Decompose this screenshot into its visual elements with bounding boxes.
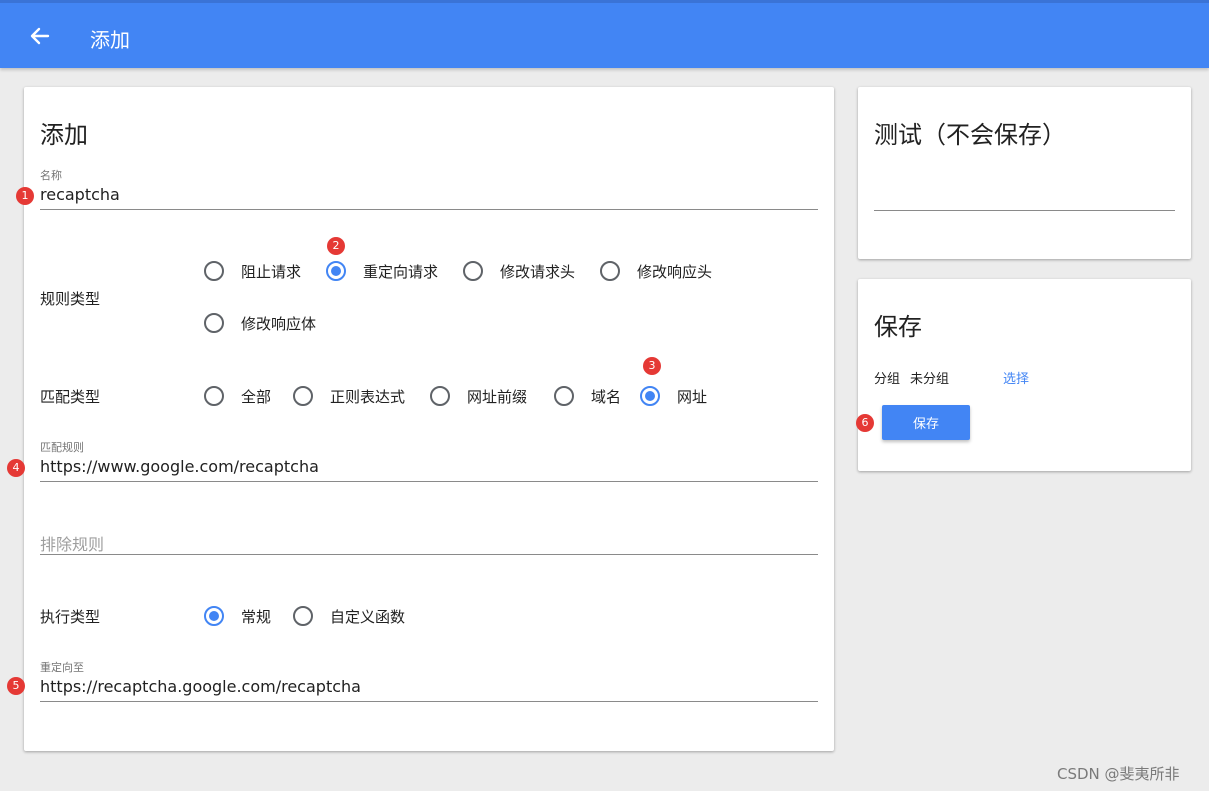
name-label: 名称 xyxy=(40,169,62,182)
radio-circle xyxy=(204,386,224,406)
radio-circle xyxy=(204,261,224,281)
radio-block-request[interactable]: 阻止请求 xyxy=(204,259,301,283)
exclude-rule-underline xyxy=(40,554,818,555)
radio-modify-response-body[interactable]: 修改响应体 xyxy=(204,311,316,335)
test-input[interactable] xyxy=(874,210,1175,211)
save-card-title: 保存 xyxy=(874,313,922,341)
radio-exec-custom-function[interactable]: 自定义函数 xyxy=(293,604,405,628)
radio-redirect-request[interactable]: 重定向请求 xyxy=(326,259,438,283)
redirect-to-label: 重定向至 xyxy=(40,661,84,674)
radio-label: 网址 xyxy=(677,387,708,406)
radio-modify-request-header[interactable]: 修改请求头 xyxy=(463,259,575,283)
radio-circle xyxy=(463,261,483,281)
name-input[interactable]: recaptcha xyxy=(40,185,120,204)
radio-label: 常规 xyxy=(241,607,272,626)
annotation-marker: 3 xyxy=(643,357,661,375)
back-arrow-icon[interactable] xyxy=(26,23,54,49)
group-value: 未分组 xyxy=(910,372,950,387)
save-card: 保存 分组 未分组 选择 保存 xyxy=(858,279,1191,471)
radio-circle xyxy=(430,386,450,406)
radio-modify-response-header[interactable]: 修改响应头 xyxy=(600,259,712,283)
save-button[interactable]: 保存 xyxy=(882,405,970,440)
radio-label: 阻止请求 xyxy=(241,262,302,281)
group-label: 分组 xyxy=(874,372,901,387)
match-rule-label: 匹配规则 xyxy=(40,441,84,454)
rule-form-card: 添加 名称 recaptcha 规则类型 阻止请求 重定向请求 修改请求头 修改… xyxy=(24,87,834,751)
radio-circle-checked xyxy=(204,606,224,626)
annotation-marker: 1 xyxy=(16,187,34,205)
test-card-title: 测试（不会保存） xyxy=(874,121,1066,149)
radio-match-all[interactable]: 全部 xyxy=(204,384,271,408)
radio-label: 自定义函数 xyxy=(330,607,406,626)
annotation-marker: 2 xyxy=(327,237,345,255)
radio-exec-normal[interactable]: 常规 xyxy=(204,604,271,628)
radio-circle xyxy=(554,386,574,406)
radio-circle xyxy=(204,313,224,333)
form-title: 添加 xyxy=(40,121,88,149)
radio-match-domain[interactable]: 域名 xyxy=(554,384,621,408)
radio-match-url[interactable]: 网址 xyxy=(640,384,707,408)
radio-label: 重定向请求 xyxy=(363,262,439,281)
match-rule-input[interactable]: https://www.google.com/recaptcha xyxy=(40,457,319,476)
radio-label: 全部 xyxy=(241,387,272,406)
radio-circle xyxy=(600,261,620,281)
radio-circle-checked xyxy=(640,386,660,406)
radio-label: 网址前缀 xyxy=(467,387,528,406)
test-card: 测试（不会保存） xyxy=(858,87,1191,259)
watermark-text: CSDN @斐夷所非 xyxy=(1057,765,1180,783)
radio-match-prefix[interactable]: 网址前缀 xyxy=(430,384,527,408)
radio-label: 正则表达式 xyxy=(330,387,406,406)
radio-label: 修改响应体 xyxy=(241,314,317,333)
radio-circle xyxy=(293,386,313,406)
exclude-rule-input[interactable]: 排除规则 xyxy=(40,531,104,555)
redirect-to-underline xyxy=(40,701,818,702)
radio-match-regex[interactable]: 正则表达式 xyxy=(293,384,405,408)
annotation-marker: 5 xyxy=(7,677,25,695)
radio-circle-checked xyxy=(326,261,346,281)
app-bar: 添加 xyxy=(0,0,1209,68)
exec-type-label: 执行类型 xyxy=(40,608,101,626)
choose-group-link[interactable]: 选择 xyxy=(1003,368,1029,387)
app-bar-title: 添加 xyxy=(90,28,130,52)
rule-type-label: 规则类型 xyxy=(40,290,101,308)
annotation-marker: 4 xyxy=(7,459,25,477)
radio-label: 修改请求头 xyxy=(500,262,576,281)
radio-circle xyxy=(293,606,313,626)
name-underline xyxy=(40,209,818,210)
redirect-to-input[interactable]: https://recaptcha.google.com/recaptcha xyxy=(40,677,361,696)
radio-label: 域名 xyxy=(591,387,622,406)
match-rule-underline xyxy=(40,481,818,482)
radio-label: 修改响应头 xyxy=(637,262,713,281)
match-type-label: 匹配类型 xyxy=(40,388,101,406)
annotation-marker: 6 xyxy=(856,414,874,432)
